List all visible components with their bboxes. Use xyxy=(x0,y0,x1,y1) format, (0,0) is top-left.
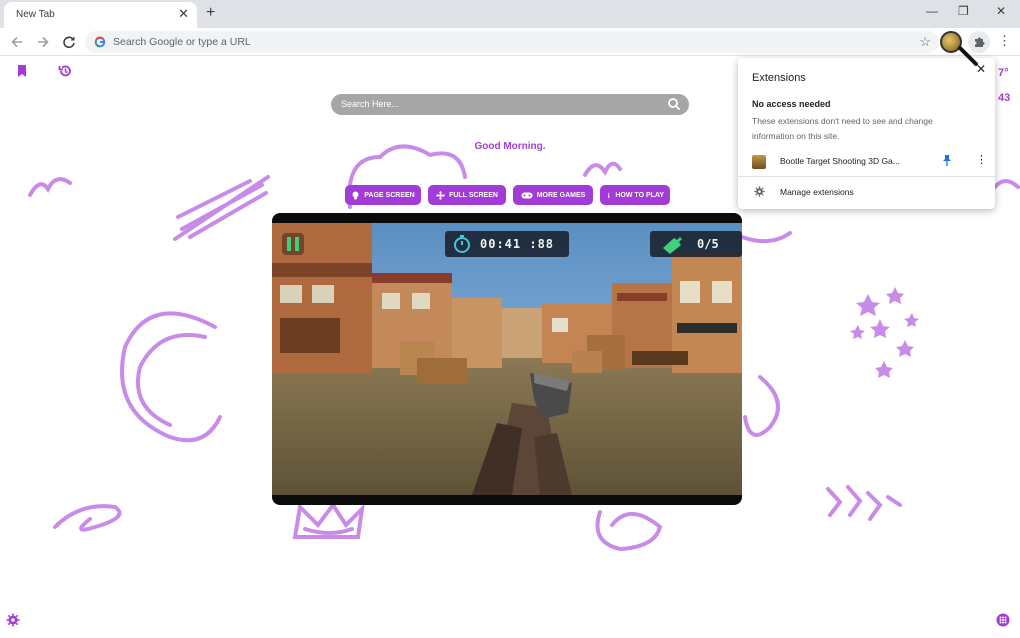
bookmark-icon[interactable] xyxy=(15,64,29,78)
bookmark-star-icon[interactable]: ☆ xyxy=(919,34,931,49)
new-tab-button[interactable]: + xyxy=(206,4,215,22)
tab-new-tab[interactable]: New Tab ✕ xyxy=(4,2,197,28)
extension-more-options-icon[interactable]: ⋮ xyxy=(976,154,987,166)
search-input[interactable]: Search Here... xyxy=(331,94,689,115)
browser-window: New Tab ✕ + — ❐ ✕ Search Google or type … xyxy=(0,0,1020,638)
magnifier-cursor-icon xyxy=(958,46,978,66)
forward-arrow-icon[interactable] xyxy=(35,34,51,50)
omnibox-placeholder: Search Google or type a URL xyxy=(113,36,251,48)
toolbar: Search Google or type a URL ☆ xyxy=(0,28,1020,56)
game-scene xyxy=(272,223,742,495)
gamepad-icon xyxy=(521,192,533,198)
popup-divider xyxy=(738,176,995,177)
manage-gear-icon xyxy=(754,186,765,197)
no-access-heading: No access needed xyxy=(752,99,831,109)
settings-gear-icon[interactable] xyxy=(6,613,20,627)
no-access-description: These extensions don't need to see and c… xyxy=(752,116,933,141)
move-arrows-icon xyxy=(436,190,446,200)
more-games-button[interactable]: MORE GAMES xyxy=(513,185,593,205)
clock-partial: 43 xyxy=(998,92,1011,104)
window-close-button[interactable]: ✕ xyxy=(996,4,1006,18)
bulb-icon xyxy=(352,191,359,199)
pin-icon[interactable] xyxy=(942,154,952,166)
search-icon[interactable] xyxy=(667,97,681,111)
chrome-menu-button[interactable]: ⋮ xyxy=(998,34,1011,48)
timer-value: 00:41 :88 xyxy=(480,237,555,251)
pause-icon xyxy=(287,237,299,251)
game-timer: 00:41 :88 xyxy=(445,231,569,257)
more-games-label: MORE GAMES xyxy=(536,191,586,199)
extensions-popup: Extensions ✕ No access needed These exte… xyxy=(738,58,995,209)
page-screen-label: PAGE SCREEN xyxy=(364,191,415,199)
popup-title: Extensions xyxy=(752,72,806,84)
bottle-count: 0/5 xyxy=(697,237,719,251)
pause-button[interactable] xyxy=(282,233,304,255)
weather-temperature: 7° xyxy=(998,67,1009,79)
restore-button[interactable]: ❐ xyxy=(958,4,969,18)
history-icon[interactable] xyxy=(58,64,72,78)
reload-icon[interactable] xyxy=(61,34,77,50)
apps-grid-icon[interactable] xyxy=(996,613,1010,627)
info-icon xyxy=(608,192,610,198)
bottle-icon xyxy=(663,237,682,254)
omnibox[interactable]: Search Google or type a URL ☆ xyxy=(85,31,939,53)
how-to-play-button[interactable]: HOW TO PLAY xyxy=(600,185,670,205)
how-to-play-label: HOW TO PLAY xyxy=(615,191,664,199)
manage-extensions-link[interactable]: Manage extensions xyxy=(780,187,854,197)
page-screen-button[interactable]: PAGE SCREEN xyxy=(345,185,421,205)
google-g-icon xyxy=(94,36,106,48)
tab-close-icon[interactable]: ✕ xyxy=(178,7,189,21)
extension-thumbnail-icon xyxy=(752,155,766,169)
tab-strip: New Tab ✕ + — ❐ ✕ xyxy=(0,0,1020,28)
back-arrow-icon[interactable] xyxy=(9,34,25,50)
game-canvas[interactable]: 00:41 :88 0/5 xyxy=(272,213,742,505)
full-screen-label: FULL SCREEN xyxy=(449,191,498,199)
minimize-button[interactable]: — xyxy=(926,4,938,18)
tab-title: New Tab xyxy=(16,9,55,20)
bottle-counter: 0/5 xyxy=(650,231,742,257)
full-screen-button[interactable]: FULL SCREEN xyxy=(428,185,506,205)
extension-name[interactable]: Bootle Target Shooting 3D Ga... xyxy=(780,156,900,166)
stopwatch-icon xyxy=(454,235,470,253)
search-placeholder: Search Here... xyxy=(341,99,400,109)
